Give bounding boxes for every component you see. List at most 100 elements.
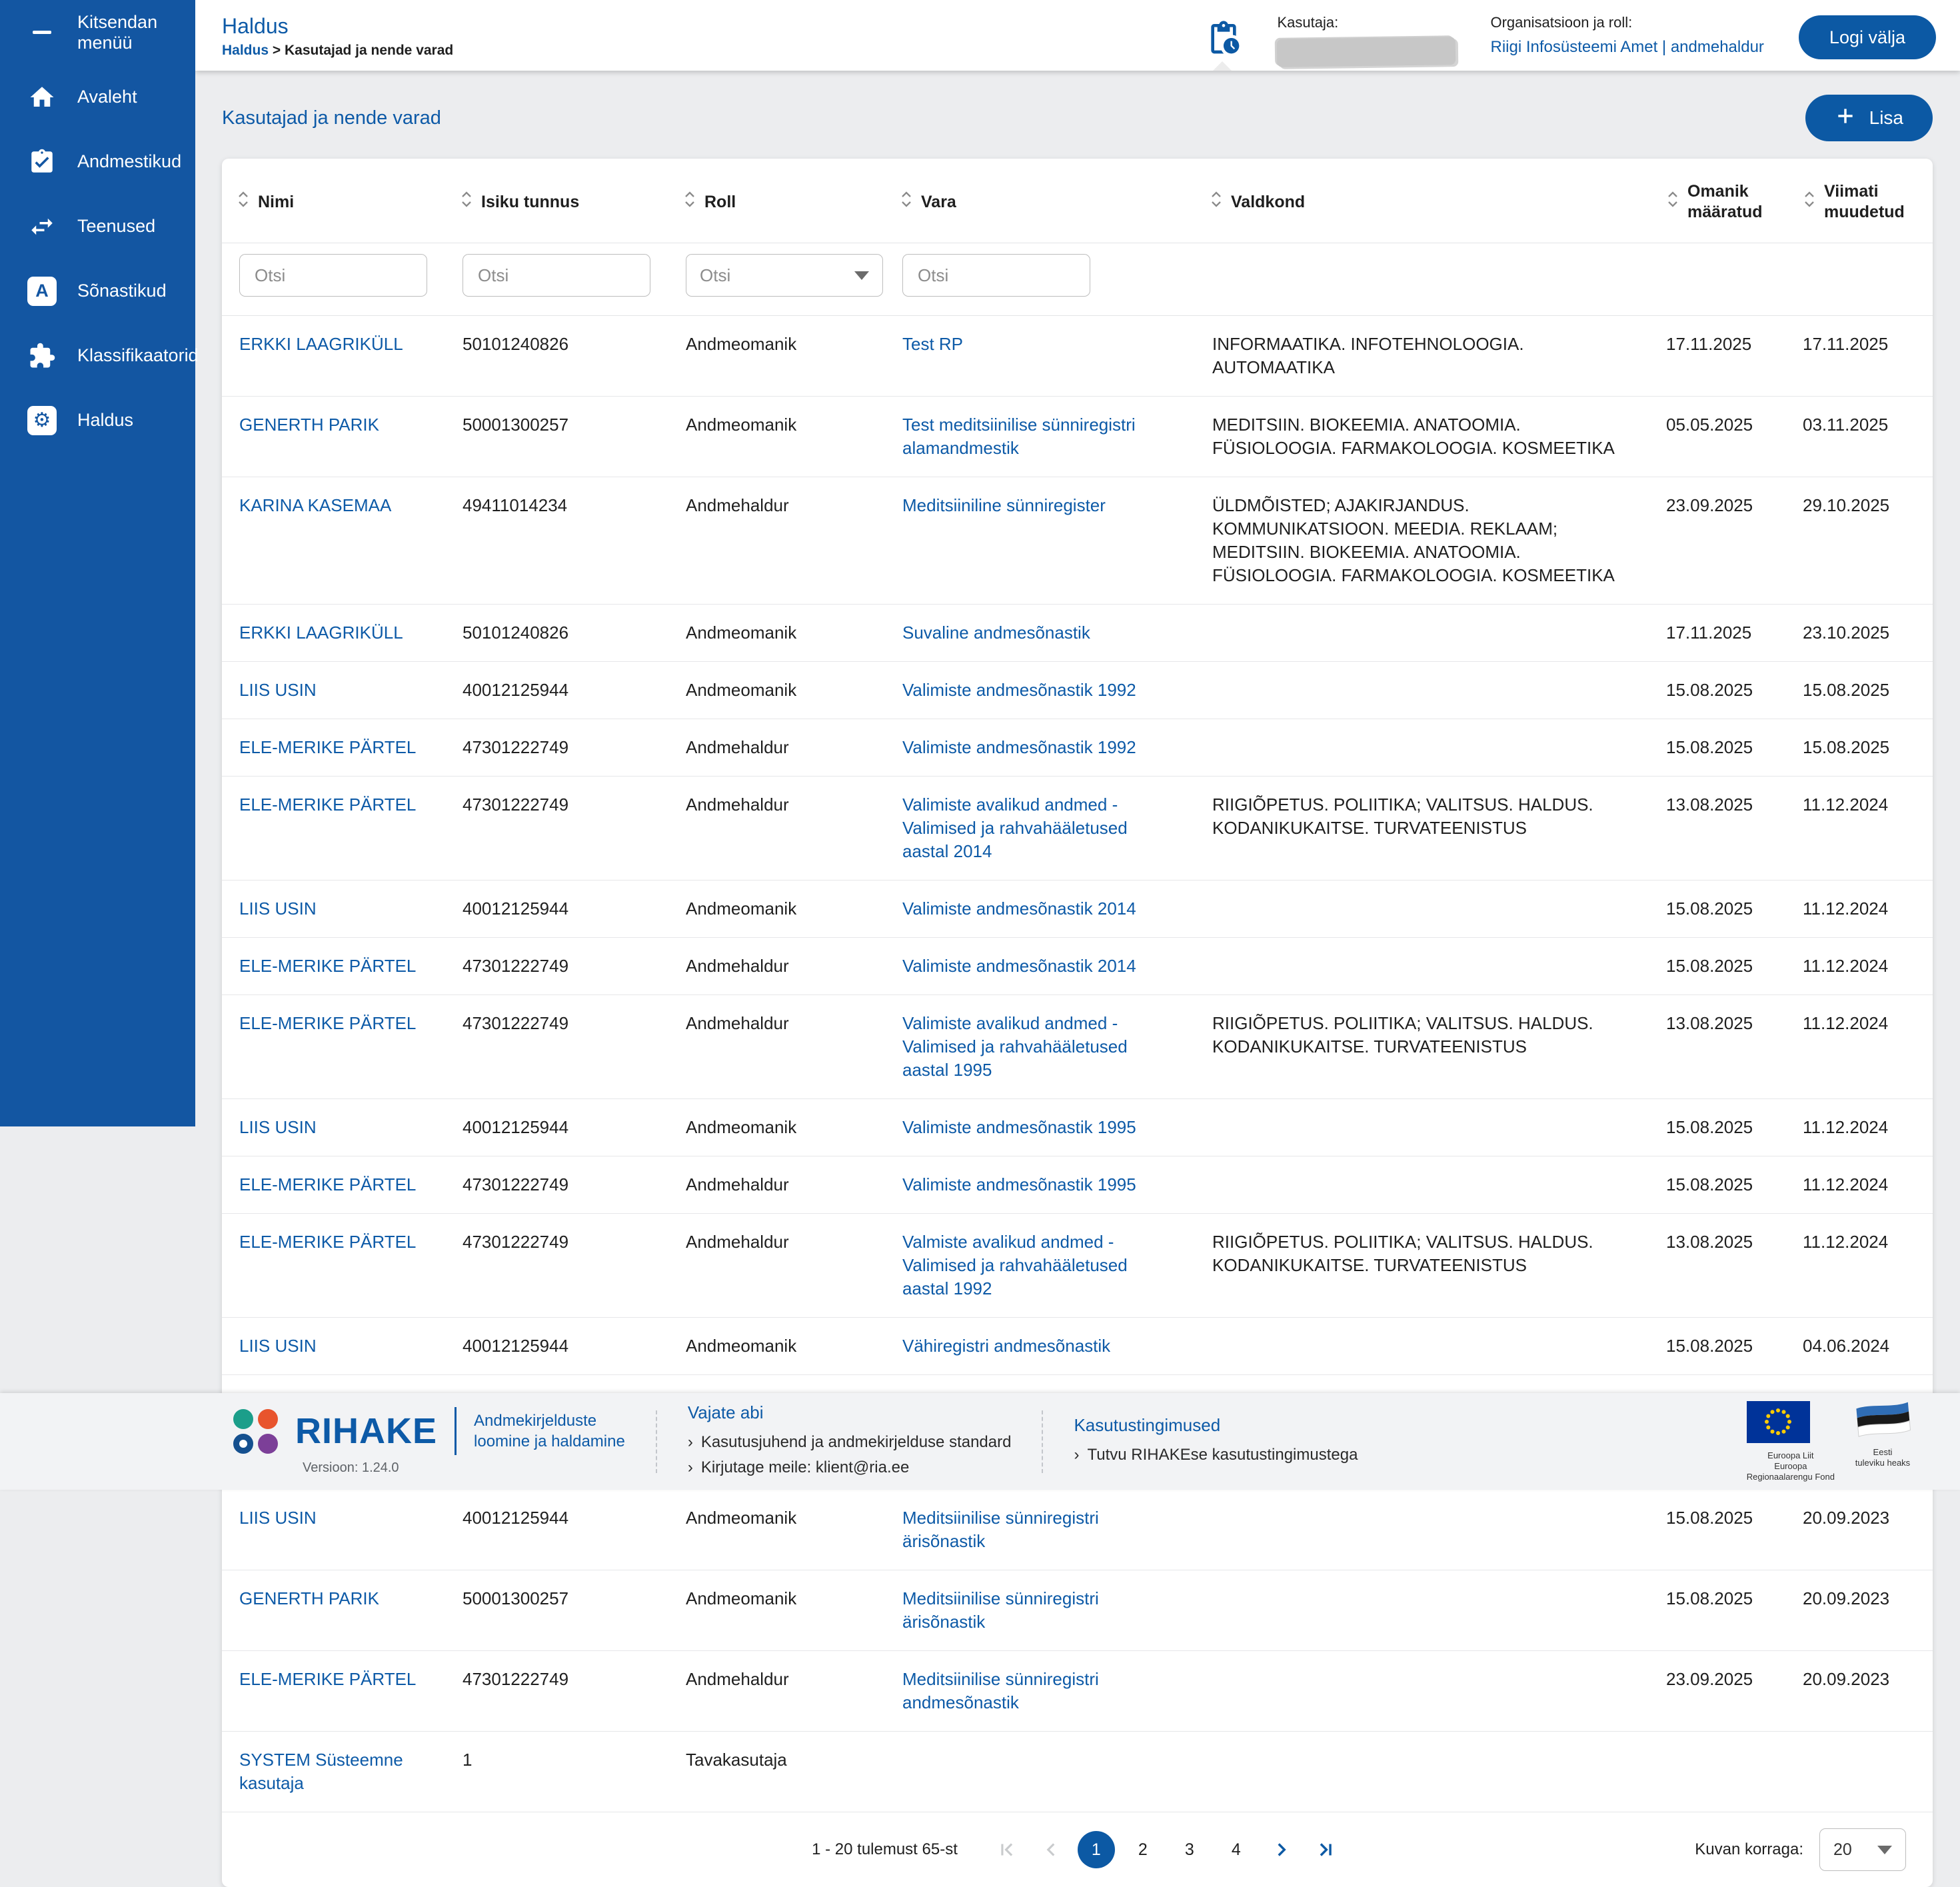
vara-link[interactable]: Test RP: [902, 334, 963, 354]
user-name-link[interactable]: LIIS USIN: [239, 1336, 317, 1356]
user-name-link[interactable]: SYSTEM Süsteemne kasutaja: [239, 1750, 403, 1793]
page-button-1[interactable]: 1: [1077, 1831, 1115, 1868]
search-input-vara[interactable]: [902, 254, 1090, 297]
cell-valdkond: MEDITSIIN. BIOKEEMIA. ANATOOMIA. FÜSIOLO…: [1212, 415, 1615, 458]
cell-name: ERKKI LAAGRIKÜLL: [222, 605, 445, 661]
vara-link[interactable]: Meditsiinilise sünniregistri andmesõnast…: [902, 1669, 1099, 1712]
search-input-nimi[interactable]: [239, 254, 427, 297]
clipboard-check-icon: [27, 147, 57, 177]
sidebar-item-collapse[interactable]: Kitsendan menüü: [0, 0, 195, 65]
column-header-viimati-muudetud[interactable]: Viimati muudetud: [1788, 159, 1933, 243]
column-header-vara[interactable]: Vara: [885, 159, 1195, 243]
user-name-link[interactable]: LIIS USIN: [239, 1508, 317, 1528]
vara-link[interactable]: Valmiste avalikud andmed - Valimised ja …: [902, 1232, 1128, 1298]
cell-valdkond: INFORMAATIKA. INFOTEHNOLOOGIA. AUTOMAATI…: [1212, 334, 1524, 377]
vara-link[interactable]: Valimiste andmesõnastik 1992: [902, 680, 1136, 700]
cell-role: Andmeomanik: [686, 1117, 797, 1137]
user-name-link[interactable]: LIIS USIN: [239, 899, 317, 919]
org-role-link[interactable]: Riigi Infosüsteemi Amet | andmehaldur: [1490, 38, 1763, 57]
help-link-email[interactable]: › Kirjutage meile: klient@ria.ee: [688, 1455, 1012, 1480]
cell-person-code: 47301222749: [463, 795, 569, 815]
add-button[interactable]: Lisa: [1805, 95, 1933, 141]
column-header-isiku-tunnus[interactable]: Isiku tunnus: [445, 159, 668, 243]
vara-link[interactable]: Test meditsiinilise sünniregistri alaman…: [902, 415, 1136, 458]
search-input-isiku-tunnus[interactable]: [463, 254, 650, 297]
chevron-down-icon: [854, 271, 869, 280]
breadcrumb-link-haldus[interactable]: Haldus: [222, 43, 269, 58]
next-page-button[interactable]: [1264, 1832, 1299, 1867]
search-select-roll[interactable]: Otsi: [686, 254, 883, 297]
sidebar-item-teenused[interactable]: Teenused: [0, 194, 195, 259]
vara-link[interactable]: Suvaline andmesõnastik: [902, 623, 1090, 643]
user-name-link[interactable]: ERKKI LAAGRIKÜLL: [239, 623, 403, 643]
rihake-logo-text: RIHAKE: [295, 1411, 438, 1451]
sidebar-item-andmestikud[interactable]: Andmestikud: [0, 129, 195, 194]
cell-name: SYSTEM Süsteemne kasutaja: [222, 1732, 445, 1812]
cell-owner-date: 15.08.202513:43: [1666, 899, 1753, 919]
user-name-link[interactable]: ELE-MERIKE PÄRTEL: [239, 1013, 416, 1033]
cell-vara: Valimiste andmesõnastik 2014: [885, 881, 1195, 937]
eu-flag-logo: Euroopa Liit Euroopa Regionaalarengu Fon…: [1746, 1400, 1835, 1482]
table-row: ELE-MERIKE PÄRTEL 47301222749 Andmehaldur M…: [222, 1651, 1933, 1732]
logout-button[interactable]: Logi välja: [1798, 15, 1936, 59]
vara-link[interactable]: Valimiste avalikud andmed - Valimised ja…: [902, 795, 1128, 861]
user-name-link[interactable]: GENERTH PARIK: [239, 415, 379, 435]
vara-link[interactable]: Valimiste andmesõnastik 2014: [902, 899, 1136, 919]
column-header-valdkond[interactable]: Valdkond: [1195, 159, 1651, 243]
vara-link[interactable]: Vähiregistri andmesõnastik: [902, 1336, 1110, 1356]
first-page-button[interactable]: [990, 1832, 1024, 1867]
column-header-roll[interactable]: Roll: [668, 159, 885, 243]
page-button-2[interactable]: 2: [1124, 1831, 1162, 1868]
sidebar-item-klassifikaatorid[interactable]: Klassifikaatorid: [0, 323, 199, 388]
cell-valdkond: [1195, 605, 1651, 661]
vara-link[interactable]: Valimiste andmesõnastik 1995: [902, 1174, 1136, 1194]
cell-modified-date: 29.10.202510:00: [1803, 495, 1890, 515]
user-name-link[interactable]: ELE-MERIKE PÄRTEL: [239, 956, 416, 976]
cell-owner-date: 15.08.202513:45: [1666, 1588, 1753, 1608]
help-link-manual[interactable]: › Kasutusjuhend ja andmekirjelduse standa…: [688, 1430, 1012, 1455]
column-header-nimi[interactable]: Nimi: [222, 159, 445, 243]
column-header-omanik-maaratud[interactable]: Omanik määratud: [1651, 159, 1788, 243]
sidebar-item-label: Avaleht: [77, 87, 137, 107]
table-row: ERKKI LAAGRIKÜLL 50101240826 Andmeomanik Te…: [222, 316, 1933, 397]
user-name-link[interactable]: ERKKI LAAGRIKÜLL: [239, 334, 403, 354]
terms-link[interactable]: › Tutvu RIHAKEse kasutustingimustega: [1074, 1442, 1358, 1468]
user-name-link[interactable]: LIIS USIN: [239, 680, 317, 700]
last-page-button[interactable]: [1308, 1832, 1343, 1867]
sidebar-item-haldus[interactable]: ⚙ Haldus: [0, 388, 195, 453]
vara-link[interactable]: Valimiste andmesõnastik 1992: [902, 737, 1136, 757]
cell-owner-date: 15.08.202513:45: [1666, 680, 1753, 700]
cell-valdkond: [1195, 1490, 1651, 1570]
user-name-link[interactable]: ELE-MERIKE PÄRTEL: [239, 1174, 416, 1194]
user-name-link[interactable]: LIIS USIN: [239, 1117, 317, 1137]
vara-link[interactable]: Meditsiinilise sünniregistri ärisõnastik: [902, 1508, 1099, 1551]
cell-valdkond: [1195, 938, 1651, 994]
cell-owner-date: 15.08.202513:43: [1666, 1174, 1753, 1194]
vara-link[interactable]: Meditsiiniline sünniregister: [902, 495, 1106, 515]
previous-page-button[interactable]: [1034, 1832, 1068, 1867]
cell-valdkond: ÜLDMÕISTED; AJAKIRJANDUS. KOMMUNIKATSIOO…: [1212, 495, 1615, 585]
user-name-link[interactable]: KARINA KASEMAA: [239, 495, 391, 515]
vara-link[interactable]: Valimiste avalikud andmed - Valimised ja…: [902, 1013, 1128, 1080]
user-name-link[interactable]: ELE-MERIKE PÄRTEL: [239, 1669, 416, 1689]
cell-owner-date: 13.08.202513:28: [1666, 1013, 1753, 1033]
cell-person-code: 40012125944: [463, 1117, 569, 1137]
sidebar-item-sonastikud[interactable]: A Sõnastikud: [0, 259, 195, 323]
cell-owner-date: 05.05.202514:46: [1666, 415, 1753, 435]
vara-link[interactable]: Valimiste andmesõnastik 1995: [902, 1117, 1136, 1137]
user-name-link[interactable]: ELE-MERIKE PÄRTEL: [239, 1232, 416, 1252]
per-page-select[interactable]: 20: [1819, 1828, 1906, 1871]
page-button-4[interactable]: 4: [1218, 1831, 1255, 1868]
page-button-3[interactable]: 3: [1171, 1831, 1208, 1868]
collapse-menu-icon: [27, 17, 57, 48]
vara-link[interactable]: Meditsiinilise sünniregistri ärisõnastik: [902, 1588, 1099, 1632]
vara-link[interactable]: Valimiste andmesõnastik 2014: [902, 956, 1136, 976]
footer: RIHAKE Andmekirjelduste loomine ja halda…: [0, 1393, 1960, 1490]
cell-role: Andmeomanik: [686, 680, 797, 700]
page-title: Kasutajad ja nende varad: [222, 107, 441, 129]
user-name-link[interactable]: ELE-MERIKE PÄRTEL: [239, 737, 416, 757]
user-name-link[interactable]: ELE-MERIKE PÄRTEL: [239, 795, 416, 815]
sidebar-item-avaleht[interactable]: Avaleht: [0, 65, 195, 129]
user-name-link[interactable]: GENERTH PARIK: [239, 1588, 379, 1608]
clipboard-clock-icon[interactable]: [1205, 19, 1242, 71]
